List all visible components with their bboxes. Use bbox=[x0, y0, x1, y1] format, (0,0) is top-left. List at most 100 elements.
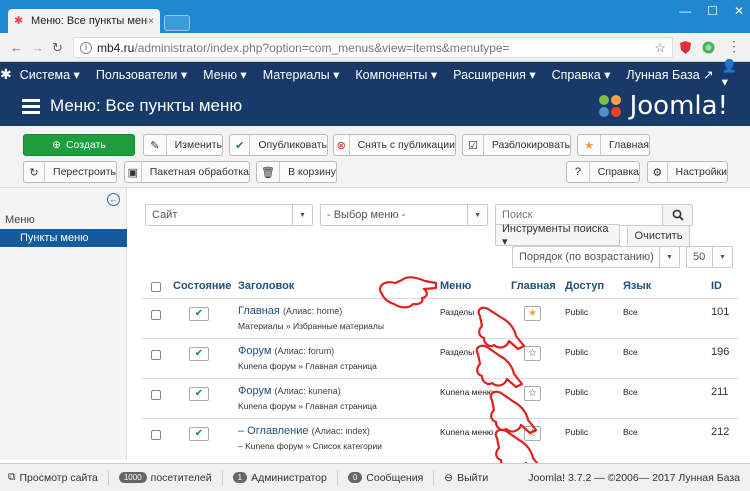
new-tab-button[interactable] bbox=[164, 15, 190, 31]
batch-button[interactable]: ▣ Пакетная обработка bbox=[124, 161, 250, 183]
row-id: 212 bbox=[711, 426, 730, 438]
published-toggle[interactable]: ✔ bbox=[189, 427, 209, 441]
row-checkbox[interactable] bbox=[151, 310, 161, 320]
menu-site-link[interactable]: Лунная База ↗ bbox=[618, 67, 721, 82]
row-checkbox[interactable] bbox=[151, 430, 161, 440]
url-field[interactable]: i mb4.ru /administrator/index.php?option… bbox=[73, 37, 673, 58]
user-menu[interactable]: 👤 ▾ bbox=[722, 59, 750, 89]
back-arrow-icon[interactable]: ← bbox=[10, 40, 23, 55]
edit-button[interactable]: ✎ Изменить bbox=[143, 134, 223, 156]
limit-select[interactable]: 50 ▼ bbox=[686, 246, 733, 268]
toolbar: ⊕ Создать ✎ Изменить ✔ Опубликовать ⊗ Снять… bbox=[0, 126, 750, 188]
options-label: Настройки bbox=[675, 166, 728, 178]
menu-select-value: - Выбор меню - bbox=[327, 209, 406, 221]
create-button[interactable]: ⊕ Создать bbox=[23, 134, 135, 156]
trash-button[interactable]: 🗑 В корзину bbox=[256, 161, 337, 183]
row-title-link[interactable]: Главная bbox=[238, 305, 280, 317]
menu-help[interactable]: Справка ▾ bbox=[544, 67, 619, 82]
preview-label: Просмотр сайта bbox=[19, 471, 98, 484]
menu-content[interactable]: Материалы ▾ bbox=[255, 67, 348, 82]
options-button[interactable]: ⚙ Настройки bbox=[647, 161, 728, 183]
visitors-status[interactable]: 1000 посетителей bbox=[118, 471, 212, 484]
row-menu: Kunena меню bbox=[440, 427, 494, 437]
sidebar-item-menus[interactable]: Меню bbox=[5, 214, 35, 226]
visitors-label: посетителей bbox=[150, 471, 212, 484]
row-path: Kunena форум » Главная страница bbox=[238, 401, 377, 411]
unpublish-label: Снять с публикации bbox=[357, 139, 455, 151]
published-toggle[interactable]: ✔ bbox=[189, 347, 209, 361]
tab-close-icon[interactable]: × bbox=[148, 16, 154, 27]
collapse-sidebar-icon[interactable]: ← bbox=[107, 193, 120, 206]
header-home[interactable]: Главная bbox=[511, 280, 556, 292]
unpublish-button[interactable]: ⊗ Снять с публикации bbox=[333, 134, 456, 156]
address-bar-row: ← → ↻ i mb4.ru /administrator/index.php?… bbox=[0, 33, 750, 62]
globe-extension-icon[interactable] bbox=[701, 40, 716, 55]
row-title-link[interactable]: Форум bbox=[238, 385, 271, 397]
menu-users[interactable]: Пользователи ▾ bbox=[88, 67, 195, 82]
home-star-toggle[interactable]: ★ bbox=[524, 306, 541, 321]
published-toggle[interactable]: ✔ bbox=[189, 307, 209, 321]
preview-site-link[interactable]: ⧉ Просмотр сайта bbox=[8, 471, 98, 484]
browser-tab[interactable]: ✱ Меню: Все пункты меню × bbox=[8, 9, 160, 33]
row-title-link[interactable]: – Оглавление bbox=[238, 425, 309, 437]
reload-icon[interactable]: ↻ bbox=[52, 40, 63, 56]
messages-status[interactable]: 0 Сообщения bbox=[347, 472, 423, 484]
checkbox-icon: ☑ bbox=[463, 135, 484, 155]
header-access[interactable]: Доступ bbox=[565, 280, 604, 292]
edit-label: Изменить bbox=[174, 139, 222, 151]
header-language[interactable]: Язык bbox=[623, 280, 651, 292]
row-language: Все bbox=[623, 347, 638, 357]
select-all-checkbox[interactable] bbox=[151, 282, 161, 292]
ordering-select[interactable]: Порядок (по возрастанию) ▼ bbox=[512, 246, 680, 268]
browser-menu-icon[interactable]: ⋮ bbox=[727, 38, 741, 55]
header-id[interactable]: ID bbox=[711, 280, 722, 292]
logout-link[interactable]: ⊖ Выйти bbox=[444, 472, 488, 484]
row-path: Kunena форум » Главная страница bbox=[238, 361, 377, 371]
help-button[interactable]: ? Справка bbox=[566, 161, 640, 183]
home-star-toggle[interactable]: ☆ bbox=[524, 346, 541, 361]
check-icon: ✔ bbox=[230, 135, 251, 155]
home-star-toggle[interactable]: ☆ bbox=[524, 386, 541, 401]
search-tools-button[interactable]: Инструменты поиска ▾ bbox=[495, 223, 620, 248]
admins-status[interactable]: 1 Администратор bbox=[232, 472, 327, 484]
menu-system[interactable]: Система ▾ bbox=[12, 67, 88, 82]
site-select-value: Сайт bbox=[152, 209, 178, 221]
row-title-link[interactable]: Форум bbox=[238, 345, 271, 357]
menu-menus[interactable]: Меню ▾ bbox=[195, 67, 255, 82]
maximize-icon[interactable]: ☐ bbox=[707, 4, 718, 18]
shield-extension-icon[interactable] bbox=[678, 40, 693, 55]
header-menu[interactable]: Меню bbox=[440, 280, 471, 292]
home-star-toggle[interactable]: ☆ bbox=[524, 426, 541, 441]
close-window-icon[interactable]: ✕ bbox=[734, 4, 744, 18]
site-info-icon[interactable]: i bbox=[80, 41, 92, 54]
row-menu: Разделы bbox=[440, 307, 475, 317]
clear-button[interactable]: Очистить bbox=[627, 225, 690, 247]
published-toggle[interactable]: ✔ bbox=[189, 387, 209, 401]
publish-button[interactable]: ✔ Опубликовать bbox=[229, 134, 328, 156]
header-status[interactable]: Состояние bbox=[173, 280, 231, 292]
chevron-down-icon: ▼ bbox=[659, 247, 679, 267]
row-checkbox[interactable] bbox=[151, 390, 161, 400]
row-menu: Разделы bbox=[440, 347, 475, 357]
header-title[interactable]: Заголовок bbox=[238, 280, 294, 292]
messages-count-badge: 0 bbox=[347, 472, 363, 483]
rebuild-button[interactable]: ↻ Перестроить bbox=[23, 161, 117, 183]
bookmark-star-icon[interactable]: ☆ bbox=[654, 40, 666, 56]
joomla-menu-logo-icon[interactable]: ✱ bbox=[0, 66, 12, 83]
search-button[interactable] bbox=[662, 204, 693, 226]
menu-extensions[interactable]: Расширения ▾ bbox=[445, 67, 543, 82]
cancel-circle-icon: ⊗ bbox=[334, 135, 350, 155]
forward-arrow-icon[interactable]: → bbox=[31, 40, 44, 55]
site-select[interactable]: Сайт ▼ bbox=[145, 204, 313, 226]
row-checkbox[interactable] bbox=[151, 350, 161, 360]
joomla-favicon-icon: ✱ bbox=[14, 15, 24, 27]
sidebar-item-menu-items[interactable]: Пункты меню bbox=[0, 229, 127, 247]
refresh-icon: ↻ bbox=[24, 162, 46, 182]
rebuild-label: Перестроить bbox=[53, 166, 116, 178]
unlock-button[interactable]: ☑ Разблокировать bbox=[462, 134, 571, 156]
menu-select[interactable]: - Выбор меню - ▼ bbox=[320, 204, 488, 226]
list-icon bbox=[22, 98, 40, 114]
menu-components[interactable]: Компоненты ▾ bbox=[347, 67, 445, 82]
minimize-icon[interactable]: — bbox=[679, 4, 691, 18]
home-button[interactable]: ★ Главная bbox=[577, 134, 650, 156]
